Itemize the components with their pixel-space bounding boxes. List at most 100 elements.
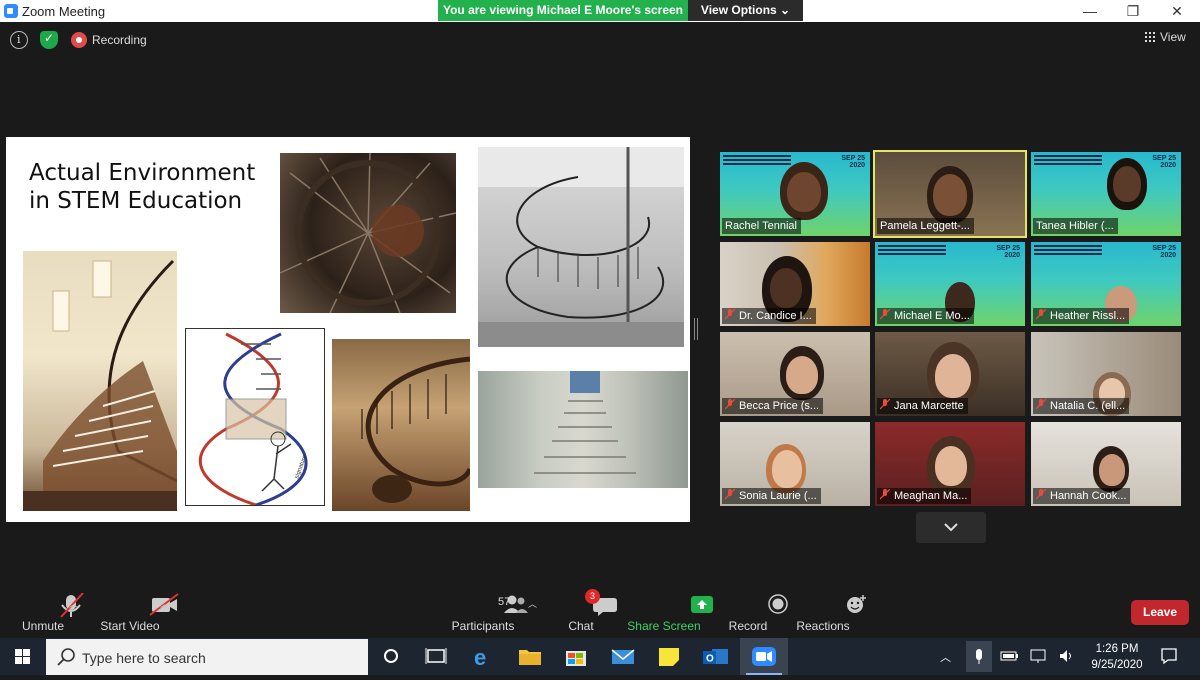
security-shield-icon[interactable]: ✓ [40, 31, 58, 49]
recording-icon[interactable] [71, 32, 87, 48]
taskbar-clock[interactable]: 1:26 PM 9/25/2020 [1080, 641, 1154, 673]
poster-heading-lines [723, 155, 791, 167]
split-view-handle[interactable] [694, 318, 698, 340]
participants-label: Participants [451, 619, 515, 633]
muted-mic-icon [725, 399, 735, 410]
poster-heading-lines [1034, 245, 1102, 257]
meeting-controls-toolbar: Unmute ︿ Start Video ︿ 57 Participants ︿… [0, 583, 1200, 638]
zoom-logo-icon [4, 4, 18, 18]
start-video-label: Start Video [100, 619, 160, 633]
edge-browser-button[interactable]: e [460, 638, 506, 675]
poster-date: SEP 25 2020 [1152, 245, 1176, 259]
shared-screen-slide: Actual Environment in STEM Education sig… [6, 137, 690, 522]
poster-date: SEP 25 2020 [841, 155, 865, 169]
dna-ladder-cartoon: signature [185, 328, 325, 506]
participant-tile[interactable]: SEP 25 2020 Tanea Hibler (... [1031, 152, 1181, 236]
start-video-button[interactable]: Start Video [96, 583, 179, 638]
sticky-note-icon [659, 648, 679, 666]
grid-icon [1144, 31, 1155, 42]
participant-tile[interactable]: Hannah Cook... [1031, 422, 1181, 506]
mail-button[interactable] [600, 638, 646, 675]
participant-name-text: Heather Rissl... [1050, 310, 1126, 322]
participant-tile[interactable]: Meaghan Ma... [875, 422, 1025, 506]
participant-tile[interactable]: Dr. Candice I... [720, 242, 870, 326]
windows-taskbar: Type here to search e O ︿ 1:26 PM 9/25/2… [0, 638, 1200, 675]
muted-mic-icon [880, 399, 890, 410]
network-icon[interactable] [1030, 648, 1048, 664]
poster-date: SEP 25 2020 [1152, 155, 1176, 169]
zoom-taskbar-button[interactable] [740, 638, 788, 675]
participant-tile[interactable]: Becca Price (s... [720, 332, 870, 416]
participant-face [933, 174, 967, 216]
recording-status: Recording [92, 33, 147, 47]
cortana-circle-icon [384, 649, 398, 663]
chat-button[interactable]: 3 Chat [556, 583, 617, 638]
maximize-button[interactable]: ❐ [1118, 2, 1148, 20]
file-explorer-button[interactable] [507, 638, 553, 675]
leave-meeting-button[interactable]: Leave [1131, 600, 1189, 625]
stone-stairs-drawing [534, 371, 636, 474]
wooden-spiral-drawing [361, 356, 470, 503]
reactions-button[interactable]: Reactions [790, 583, 866, 638]
cortana-button[interactable] [368, 638, 414, 675]
participant-name-text: Hannah Cook... [1050, 490, 1127, 502]
dna-helix-drawing: signature [198, 332, 309, 505]
microphone-tray-icon[interactable] [966, 641, 992, 672]
taskbar-search-box[interactable]: Type here to search [46, 639, 368, 675]
participant-tile[interactable]: Sonia Laurie (... [720, 422, 870, 506]
muted-mic-icon [880, 489, 890, 500]
start-button[interactable] [0, 638, 46, 675]
battery-icon[interactable] [1000, 649, 1020, 663]
record-label: Record [728, 619, 768, 633]
close-window-button[interactable]: ✕ [1162, 2, 1192, 20]
poster-heading-lines [1034, 155, 1102, 167]
task-view-button[interactable] [413, 638, 459, 675]
video-options-caret[interactable]: ︿ [160, 597, 169, 610]
svg-text:e: e [474, 645, 486, 670]
participant-tile-active-speaker[interactable]: Pamela Leggett-... [873, 150, 1027, 238]
participant-tile[interactable]: SEP 25 2020 Rachel Tennial [720, 152, 870, 236]
participant-name: Rachel Tennial [722, 218, 801, 234]
participant-face [935, 354, 971, 398]
share-screen-button[interactable]: Share Screen [626, 583, 713, 638]
participant-tile[interactable]: Natalia C. (ell... [1031, 332, 1181, 416]
staircase-drawing [23, 259, 177, 511]
participant-name: Michael E Mo... [877, 308, 974, 324]
show-hidden-icons-button[interactable]: ︿ [940, 649, 951, 665]
outlook-icon: O [703, 649, 728, 665]
participants-count: 57 [498, 596, 511, 608]
info-icon[interactable]: i [10, 31, 28, 49]
gallery-view-button[interactable]: View [1144, 30, 1186, 44]
participant-tile[interactable]: Jana Marcette [875, 332, 1025, 416]
participant-name-text: Jana Marcette [894, 400, 964, 412]
view-options-button[interactable]: View Options ⌄ [688, 0, 803, 21]
volume-icon[interactable] [1058, 648, 1076, 664]
participant-tile[interactable]: SEP 25 2020 Heather Rissl... [1031, 242, 1181, 326]
participant-face [1099, 454, 1125, 486]
record-button[interactable]: Record [718, 583, 788, 638]
store-bag-icon [566, 651, 586, 666]
participants-button[interactable]: 57 Participants [448, 583, 528, 638]
staircase-photo-4 [332, 339, 470, 511]
participant-face [787, 172, 821, 212]
muted-mic-icon [725, 309, 735, 320]
participants-options-caret[interactable]: ︿ [528, 597, 537, 610]
participant-tile[interactable]: SEP 25 2020 Michael E Mo... [875, 242, 1025, 326]
participant-name-text: Michael E Mo... [894, 310, 970, 322]
store-button[interactable] [553, 638, 599, 675]
minimize-button[interactable]: — [1075, 2, 1105, 20]
unmute-button[interactable]: Unmute [15, 583, 84, 638]
participant-name-text: Sonia Laurie (... [739, 490, 817, 502]
participant-name-text: Dr. Candice I... [739, 310, 812, 322]
participant-name: Pamela Leggett-... [877, 218, 974, 234]
muted-mic-icon [1036, 489, 1046, 500]
gallery-next-page-button[interactable] [916, 512, 986, 543]
staircase-photo-3 [478, 147, 684, 347]
notifications-icon[interactable] [1160, 647, 1178, 665]
participant-face [770, 268, 802, 308]
sticky-notes-button[interactable] [646, 638, 692, 675]
audio-options-caret[interactable]: ︿ [69, 597, 78, 610]
outlook-button[interactable]: O [692, 638, 738, 675]
slide-title: Actual Environment in STEM Education [29, 160, 256, 214]
participant-name: Meaghan Ma... [877, 488, 972, 504]
